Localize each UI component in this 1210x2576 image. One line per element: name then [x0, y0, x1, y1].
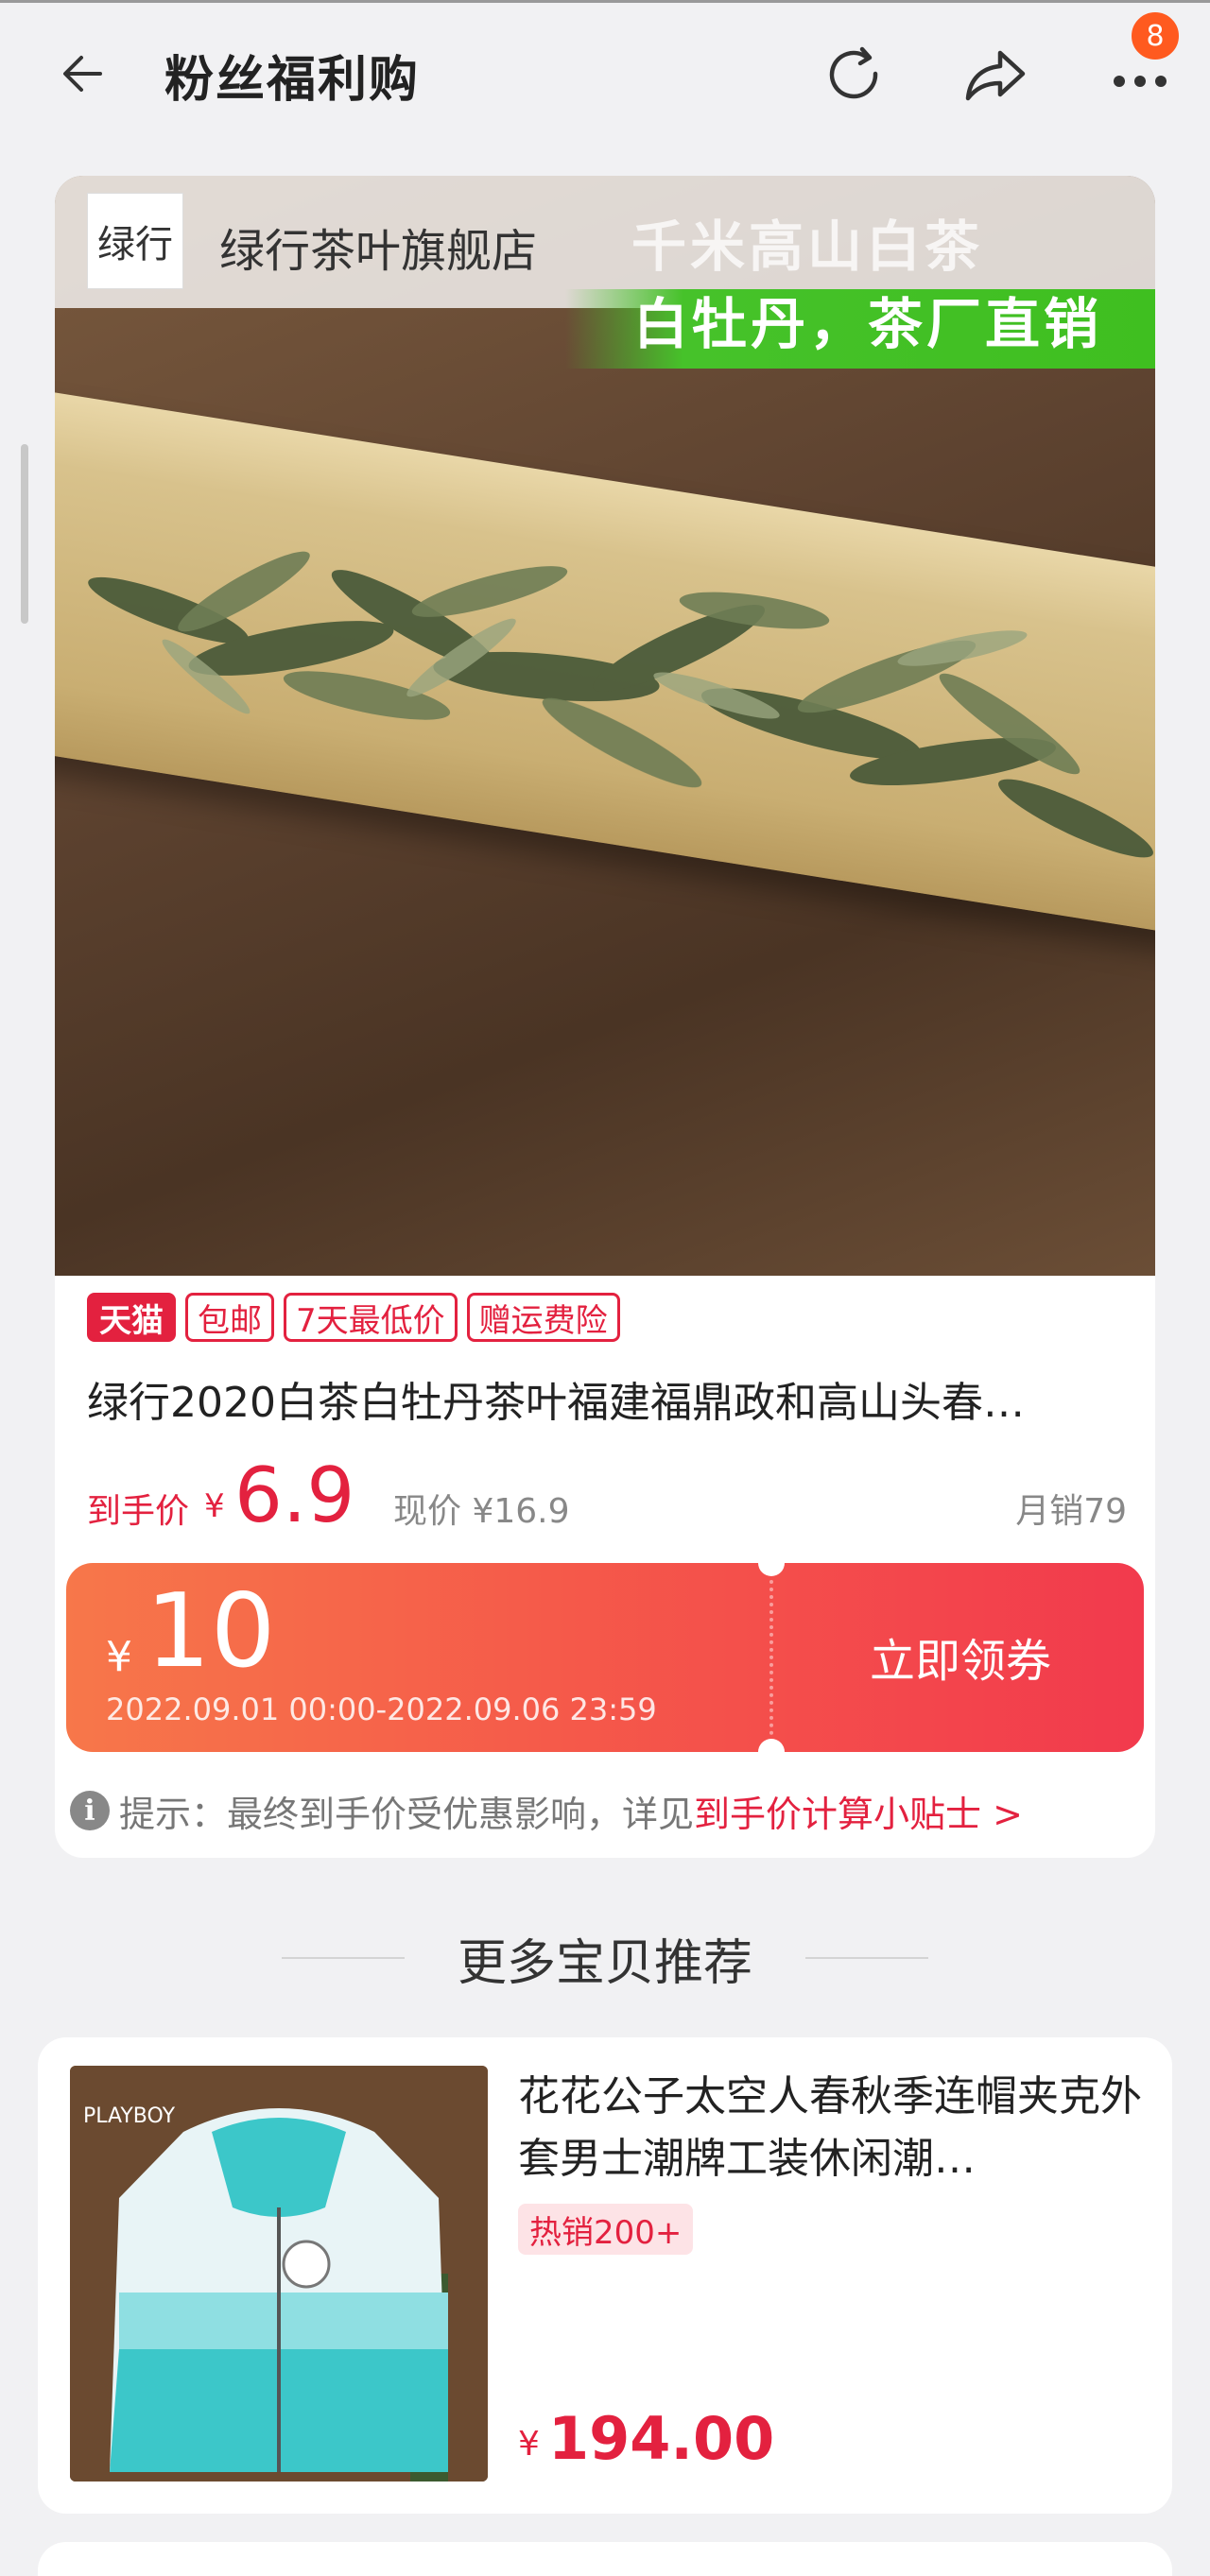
- refresh-icon: [829, 46, 878, 99]
- notification-badge: 8: [1129, 9, 1182, 62]
- back-button[interactable]: [55, 45, 112, 102]
- price-tips-link[interactable]: 到手价计算小贴士 >: [694, 1785, 1023, 1837]
- coupon-divider: [769, 1580, 773, 1735]
- tag-tmall: 天猫: [87, 1293, 176, 1342]
- coupon-validity: 2022.09.01 00:00-2022.09.06 23:59: [106, 1692, 657, 1727]
- jacket-image: PLAYBOY: [70, 2066, 488, 2482]
- recommend-item-price: 194.00: [548, 2404, 775, 2473]
- recommend-item-tag: 热销200+: [518, 2204, 694, 2255]
- monthly-sales: 月销79: [1015, 1492, 1127, 1531]
- recommend-title: 更多宝贝推荐: [457, 1934, 752, 1992]
- coupon-notch-top: [758, 1550, 785, 1576]
- tea-leaves-image: [88, 551, 1153, 858]
- recommend-item-next[interactable]: [38, 2542, 1172, 2576]
- price-row: 到手价 ¥ 6.9 现价 ¥16.9 月销79: [87, 1451, 1127, 1539]
- coupon-amount: 10: [146, 1572, 276, 1691]
- scroll-indicator: [21, 444, 28, 624]
- top-bar: 粉丝福利购 8: [0, 0, 1210, 151]
- coupon-banner[interactable]: ¥ 10 2022.09.01 00:00-2022.09.06 23:59 立…: [66, 1550, 1144, 1765]
- recommend-item[interactable]: PLAYBOY 花花公子太空人春秋季连帽夹克外套男士潮牌工装休闲潮… 热销200…: [38, 2037, 1172, 2514]
- claim-coupon-button[interactable]: 立即领券: [870, 1623, 1051, 1690]
- store-logo: 绿行: [87, 193, 183, 289]
- recommend-item-title[interactable]: 花花公子太空人春秋季连帽夹克外套男士潮牌工装休闲潮…: [518, 2066, 1142, 2190]
- recommend-item-currency: ¥: [518, 2425, 540, 2464]
- heading-divider-left: [281, 1957, 405, 1959]
- tip-text: 提示：最终到手价受优惠影响，详见: [119, 1793, 695, 1835]
- price-tip: i 提示：最终到手价受优惠影响，详见 到手价计算小贴士 >: [70, 1782, 1138, 1839]
- product-title[interactable]: 绿行2020白茶白牡丹茶叶福建福鼎政和高山头春…: [87, 1368, 1127, 1429]
- banner-text-line2: 白牡丹，茶厂直销: [633, 292, 1103, 356]
- back-arrow-icon: [63, 56, 102, 92]
- heading-divider-right: [805, 1957, 928, 1959]
- product-image[interactable]: 绿行 绿行茶叶旗舰店 千米高山白茶 白牡丹，茶厂直销: [55, 176, 1155, 1276]
- product-tags: 天猫 包邮 7天最低价 赠运费险: [87, 1293, 620, 1342]
- page: 粉丝福利购 8 绿行 绿行茶叶旗舰店 千米高山白茶 白牡丹，茶厂直销 天猫 包邮…: [0, 0, 1210, 2576]
- store-name[interactable]: 绿行茶叶旗舰店: [219, 214, 537, 280]
- share-icon: [965, 50, 1026, 101]
- image-brand-text: PLAYBOY: [83, 2104, 176, 2128]
- price-currency: ¥: [204, 1487, 225, 1525]
- refresh-button[interactable]: [819, 40, 890, 112]
- recommend-heading: 更多宝贝推荐: [0, 1920, 1210, 1996]
- banner-text-line1: 千米高山白茶: [631, 215, 984, 279]
- info-icon: i: [70, 1791, 110, 1830]
- recommend-item-image[interactable]: PLAYBOY: [70, 2066, 488, 2482]
- tag-shipping-insurance: 赠运费险: [466, 1293, 620, 1342]
- final-price: 6.9: [234, 1451, 355, 1539]
- coupon-currency: ¥: [106, 1633, 132, 1681]
- final-price-label: 到手价: [87, 1492, 190, 1531]
- tag-free-shipping: 包邮: [185, 1293, 274, 1342]
- tag-lowest-price: 7天最低价: [284, 1293, 458, 1342]
- product-card[interactable]: 绿行 绿行茶叶旗舰店 千米高山白茶 白牡丹，茶厂直销 天猫 包邮 7天最低价 赠…: [55, 176, 1155, 1858]
- current-price: 现价 ¥16.9: [393, 1492, 570, 1531]
- share-button[interactable]: [960, 40, 1032, 112]
- page-title: 粉丝福利购: [164, 52, 421, 109]
- coupon-notch-bottom: [758, 1739, 785, 1765]
